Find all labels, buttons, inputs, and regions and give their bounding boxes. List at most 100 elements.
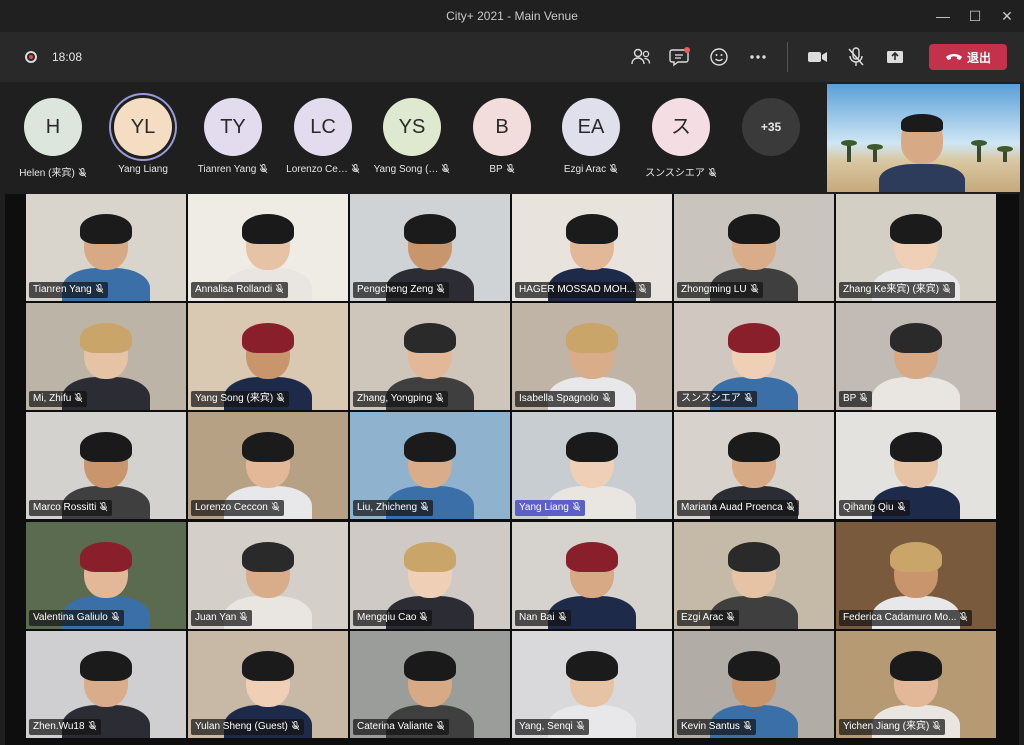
strip-participant[interactable]: EA Ezgi Arac: [546, 82, 636, 194]
video-tile[interactable]: Marco Rossitti: [26, 412, 186, 519]
video-tile[interactable]: Mengqiu Cao: [350, 522, 510, 629]
participant-name-label: Pengcheng Zeng: [353, 282, 450, 298]
video-tile[interactable]: Yichen Jiang (来宾): [836, 631, 996, 738]
mic-off-icon: [932, 721, 941, 735]
mic-off-icon[interactable]: [843, 44, 869, 70]
participant-hair: [890, 432, 942, 462]
participant-name: Marco Rossitti: [33, 502, 97, 513]
participant-hair: [728, 432, 780, 462]
video-tile[interactable]: HAGER MOSSAD MOH...: [512, 194, 672, 301]
video-tile[interactable]: Federica Cadamuro Mo...: [836, 522, 996, 629]
participant-name-label: Yang Liang: [118, 164, 168, 175]
mic-off-icon: [271, 502, 280, 516]
strip-participant[interactable]: TY Tianren Yang: [188, 82, 278, 194]
more-participants-button[interactable]: +35: [742, 98, 800, 156]
video-tile[interactable]: Isabella Spagnolo: [512, 303, 672, 410]
participant-name-label: Ezgi Arac: [563, 164, 607, 175]
strip-participant[interactable]: YL Yang Liang: [98, 82, 188, 194]
mic-off-icon: [78, 168, 87, 181]
strip-participant[interactable]: LC Lorenzo Ce…: [278, 82, 368, 194]
leave-button[interactable]: 退出: [929, 44, 1007, 70]
participant-name: Annalisa Rollandi: [195, 284, 273, 295]
video-tile[interactable]: Juan Yan: [188, 522, 348, 629]
participant-name: Juan Yan: [195, 612, 237, 623]
participant-name: Ezgi Arac: [681, 612, 724, 623]
video-tile[interactable]: Yang, Senqi: [512, 631, 672, 738]
close-button[interactable]: ✕: [994, 6, 1020, 26]
avatar: EA: [562, 98, 620, 156]
mic-off-icon: [259, 164, 268, 177]
participant-name-label: Valentina Galiulo: [29, 610, 124, 626]
mic-off-icon: [436, 284, 445, 298]
video-tile[interactable]: Nan Bai: [512, 522, 672, 629]
avatar: H: [24, 98, 82, 156]
participant-hair: [728, 323, 780, 353]
participant-name-label: Yichen Jiang (来宾): [839, 719, 946, 735]
strip-participant[interactable]: YS Yang Song (…: [367, 82, 457, 194]
video-tile[interactable]: Annalisa Rollandi: [188, 194, 348, 301]
minimize-button[interactable]: —: [930, 6, 956, 26]
mic-off-icon: [419, 612, 428, 626]
video-tile[interactable]: Kevin Santus: [674, 631, 834, 738]
video-tile[interactable]: Tianren Yang: [26, 194, 186, 301]
record-indicator-icon: [25, 51, 37, 63]
strip-participant-name: Yang Song (…: [361, 164, 463, 177]
strip-participant[interactable]: H Helen (来宾): [8, 82, 98, 194]
participant-name: Yulan Sheng (Guest): [195, 721, 288, 732]
participant-name-label: Kevin Santus: [677, 719, 756, 735]
participant-name: Pengcheng Zeng: [357, 284, 434, 295]
video-tile[interactable]: Zhang Ke来宾) (来宾): [836, 194, 996, 301]
participant-name-label: Mi, Zhifu: [29, 391, 88, 407]
participant-hair: [404, 542, 456, 572]
participant-name: Yang Song (来宾): [195, 393, 274, 404]
participant-name-label: Yang Liang: [515, 500, 585, 516]
participant-hair: [242, 542, 294, 572]
video-tile[interactable]: BP: [836, 303, 996, 410]
strip-participant[interactable]: B BP: [457, 82, 547, 194]
participant-name-label: Zhang, Yongping: [353, 391, 449, 407]
participant-hair: [404, 214, 456, 244]
participant-hair: [404, 323, 456, 353]
raise-hand-icon[interactable]: [706, 44, 732, 70]
video-tile[interactable]: スンスシエア: [674, 303, 834, 410]
strip-participant-name: Yang Liang: [92, 164, 194, 175]
video-tile[interactable]: Lorenzo Ceccon: [188, 412, 348, 519]
video-tile[interactable]: Mi, Zhifu: [26, 303, 186, 410]
video-tile[interactable]: Zhang, Yongping: [350, 303, 510, 410]
video-tile[interactable]: Valentina Galiulo: [26, 522, 186, 629]
video-tile[interactable]: Caterina Valiante: [350, 631, 510, 738]
participant-hair: [80, 651, 132, 681]
people-icon[interactable]: [628, 44, 654, 70]
participant-name-label: Juan Yan: [191, 610, 253, 626]
chat-icon[interactable]: [667, 44, 693, 70]
video-tile[interactable]: Zhongming LU: [674, 194, 834, 301]
video-tile[interactable]: Yulan Sheng (Guest): [188, 631, 348, 738]
strip-participant[interactable]: ススンスシエア: [636, 82, 726, 194]
strip-participant-name: Lorenzo Ce…: [272, 164, 374, 177]
video-tile[interactable]: Yang Liang: [512, 412, 672, 519]
participant-name-label: スンスシエア: [677, 391, 757, 407]
participant-name-label: Yang Song (…: [373, 164, 439, 175]
participant-hair: [80, 214, 132, 244]
share-tray-icon[interactable]: [882, 44, 908, 70]
mic-off-icon: [572, 502, 581, 516]
video-tile[interactable]: Pengcheng Zeng: [350, 194, 510, 301]
video-tile[interactable]: Yang Song (来宾): [188, 303, 348, 410]
video-tile[interactable]: Zhen.Wu18: [26, 631, 186, 738]
participant-name-label: Qihang Qiu: [839, 500, 910, 516]
participant-name-label: Marco Rossitti: [29, 500, 113, 516]
mic-off-icon: [609, 164, 618, 177]
video-tile[interactable]: Qihang Qiu: [836, 412, 996, 519]
avatar: B: [473, 98, 531, 156]
more-actions-icon[interactable]: [745, 44, 771, 70]
maximize-button[interactable]: ☐: [962, 6, 988, 26]
video-gallery-grid: Tianren Yang Annalisa Rollandi Pengcheng Z…: [5, 194, 1019, 745]
participant-name: Zhang, Yongping: [357, 393, 433, 404]
avatar: LC: [294, 98, 352, 156]
participant-name: スンスシエア: [681, 393, 741, 404]
camera-icon[interactable]: [804, 44, 830, 70]
video-tile[interactable]: Liu, Zhicheng: [350, 412, 510, 519]
video-tile[interactable]: Ezgi Arac: [674, 522, 834, 629]
avatar: ス: [652, 98, 710, 156]
video-tile[interactable]: Mariana Auad Proenca: [674, 412, 834, 519]
